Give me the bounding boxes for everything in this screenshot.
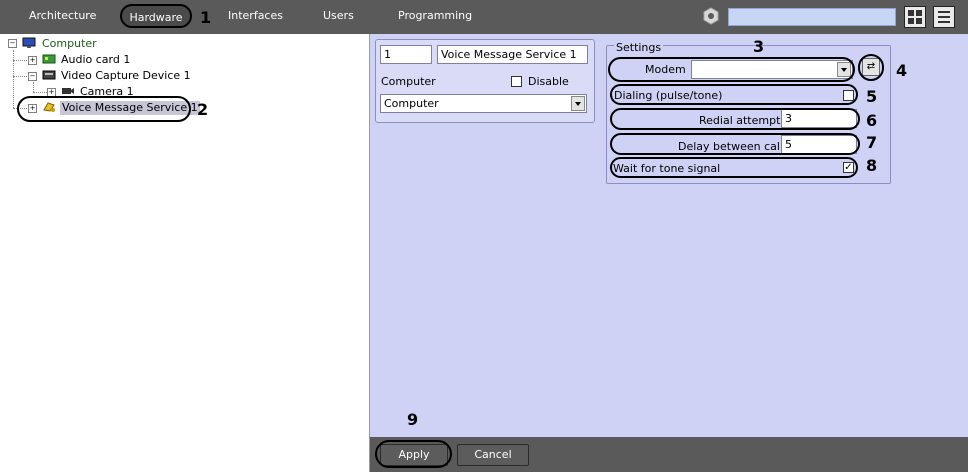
callout-7: 7 <box>866 133 878 152</box>
callout-5: 5 <box>866 87 878 106</box>
collapse-video-toggle[interactable]: − <box>28 72 37 81</box>
collapse-computer-toggle[interactable]: − <box>8 39 17 48</box>
object-name-field[interactable]: Voice Message Service 1 <box>437 45 588 64</box>
disable-checkbox[interactable] <box>511 76 522 87</box>
object-id-field[interactable]: 1 <box>380 45 432 64</box>
callout-6: 6 <box>866 111 878 130</box>
settings-title: Settings <box>614 41 664 54</box>
callout-4: 4 <box>896 61 908 80</box>
computer-dropdown-arrow-icon[interactable] <box>571 96 585 111</box>
tab-hardware[interactable]: Hardware <box>120 4 192 28</box>
highlight-oval-2 <box>17 96 191 122</box>
tree-item-video-capture[interactable]: Video Capture Device 1 <box>61 69 191 83</box>
callout-2: 2 <box>197 100 209 119</box>
menu-button[interactable] <box>933 6 955 28</box>
highlight-oval-6 <box>610 108 860 130</box>
highlight-oval-8 <box>610 157 858 178</box>
highlight-oval-4 <box>858 54 884 81</box>
top-toolbar: Architecture Hardware Interfaces Users P… <box>0 0 968 34</box>
hardware-tree: − Computer + Audio card 1 − Video Captur… <box>0 34 370 472</box>
grid-view-button[interactable] <box>904 6 926 28</box>
settings-hex-icon[interactable] <box>702 7 720 25</box>
tab-architecture[interactable]: Architecture <box>29 9 96 22</box>
properties-panel: 1 Voice Message Service 1 Computer Disab… <box>370 34 968 472</box>
highlight-oval-9 <box>375 440 452 468</box>
cancel-button[interactable]: Cancel <box>457 444 529 466</box>
grid-icon <box>908 10 922 24</box>
expand-audio-toggle[interactable]: + <box>28 56 37 65</box>
tab-interfaces[interactable]: Interfaces <box>228 9 283 22</box>
list-menu-icon <box>938 11 950 23</box>
computer-select[interactable]: Computer <box>380 94 587 113</box>
video-capture-icon <box>42 70 56 80</box>
computer-select-value: Computer <box>384 97 439 110</box>
callout-8: 8 <box>866 156 878 175</box>
callout-9: 9 <box>407 410 419 429</box>
tab-users[interactable]: Users <box>323 9 354 22</box>
highlight-oval-7 <box>610 133 860 155</box>
tree-item-audio-card[interactable]: Audio card 1 <box>61 53 130 67</box>
callout-3: 3 <box>753 37 765 56</box>
computer-label: Computer <box>381 75 436 88</box>
computer-icon <box>22 37 36 48</box>
tab-programming[interactable]: Programming <box>398 9 472 22</box>
search-input[interactable] <box>728 8 896 26</box>
disable-label: Disable <box>528 75 569 88</box>
highlight-oval-5 <box>610 84 858 105</box>
callout-1: 1 <box>200 8 212 27</box>
highlight-oval-3 <box>608 57 855 82</box>
tree-item-computer[interactable]: Computer <box>42 37 97 51</box>
audio-card-icon <box>42 54 56 64</box>
